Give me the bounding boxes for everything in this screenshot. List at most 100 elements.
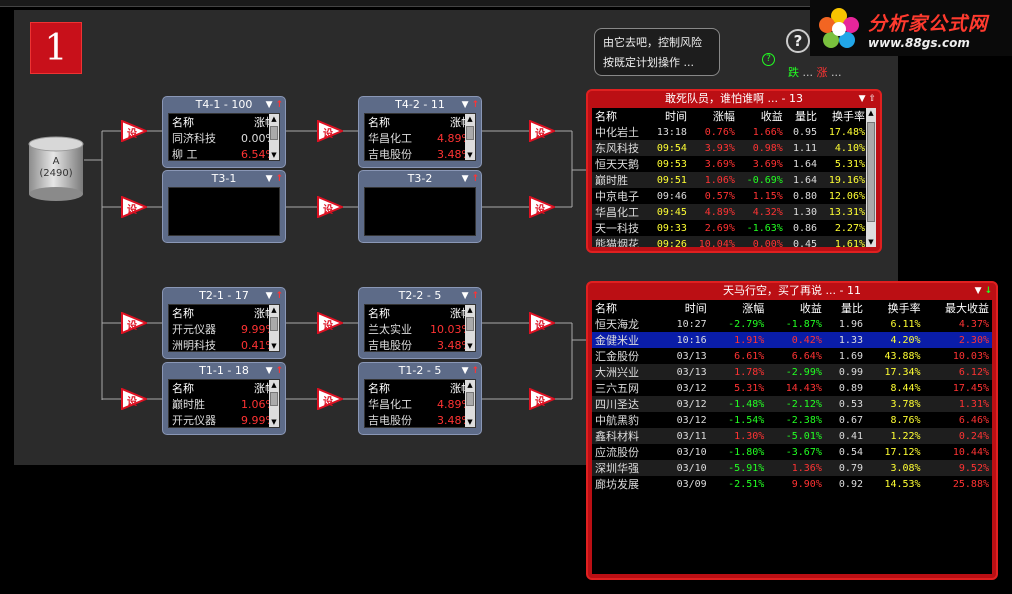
filter-node-12-label: 设 [535,397,545,408]
scroll-down-icon: ▼ [271,418,277,426]
table-row[interactable]: 鑫科材料 03/11 1.30% -5.01% 0.41 1.22% 0.24% [592,428,992,444]
arrow-up-icon[interactable]: ↑ [471,174,479,184]
scrollbar[interactable]: ▲ ▼ [465,305,475,351]
table-row[interactable]: 四川圣达 03/12 -1.48% -2.12% 0.53 3.78% 1.31% [592,396,992,412]
scroll-up-icon: ▲ [467,381,473,389]
scroll-down-icon: ▼ [467,418,473,426]
filter-node-4-label: 设 [127,397,137,408]
scroll-up-icon: ▲ [467,115,473,123]
dropdown-icon[interactable]: ▼ [462,366,469,376]
panel-t1-1[interactable]: T1-1 - 18 ▼ ↑ 名称 涨幅 巅时胜 1.06% 开元仪器 9.99% ▲ ▼ [162,362,286,435]
dropdown-icon[interactable]: ▼ [975,286,982,296]
list-item[interactable]: 吉电股份 3.48% [365,337,475,353]
table-row[interactable]: 应流股份 03/10 -1.80% -3.67% 0.54 17.12% 10.44% [592,444,992,460]
scroll-up-icon: ▲ [467,306,473,314]
scroll-down-icon: ▼ [467,342,473,350]
filter-node-6-label: 设 [323,205,333,216]
table-row[interactable]: 天一科技 09:33 2.69% -1.63% 0.86 2.27% [592,220,868,236]
dropdown-icon[interactable]: ▼ [266,291,273,301]
table-row[interactable]: 恒天海龙 10:27 -2.79% -1.87% 1.96 6.11% 4.37% [592,316,992,332]
arrow-up-icon[interactable]: ↑ [275,366,283,376]
list-item[interactable]: 吉电股份 3.48% [365,412,475,428]
dropdown-icon[interactable]: ▼ [266,174,273,184]
scroll-down-icon: ▼ [271,342,277,350]
stock-pool-label: A (2490) [28,156,84,180]
filter-node-2-label: 设 [127,205,137,216]
scrollbar[interactable]: ▲ ▼ [269,380,279,427]
filter-node-10-label: 设 [535,205,545,216]
panel-t1-2[interactable]: T1-2 - 5 ▼ ↑ 名称 涨幅 华昌化工 4.89% 吉电股份 3.48% ▲ ▼ [358,362,482,435]
table-row[interactable]: 恒天天鹅 09:53 3.69% 3.69% 1.64 5.31% [592,156,868,172]
list-item[interactable]: 巅时胜 1.06% [169,396,279,412]
table-row[interactable]: 汇金股份 03/13 6.61% 6.64% 1.69 43.88% 10.03% [592,348,992,364]
table-row[interactable]: 巅时胜 09:51 1.06% -0.69% 1.64 19.16% [592,172,868,188]
arrow-up-icon[interactable]: ↑ [275,291,283,301]
panel-t2-2[interactable]: T2-2 - 5 ▼ ↑ 名称 涨幅 兰太实业 10.03% 吉电股份 3.48% ▲… [358,287,482,359]
panel-t3-2[interactable]: T3-2 ▼ ↑ [358,170,482,243]
filter-node-1-label: 设 [127,129,137,140]
scrollbar[interactable]: ▲ ▼ [465,114,475,160]
filter-node-3-label: 设 [127,321,137,332]
dropdown-icon[interactable]: ▼ [266,366,273,376]
table-row[interactable]: 深圳华强 03/10 -5.91% 1.36% 0.79 3.08% 9.52% [592,460,992,476]
table-row[interactable]: 廊坊发展 03/09 -2.51% 9.90% 0.92 14.53% 25.88% [592,476,992,492]
list-item[interactable]: 兰太实业 10.03% [365,321,475,337]
arrow-up-icon[interactable]: ↑ [471,366,479,376]
filter-node-11-label: 设 [535,321,545,332]
dropdown-icon[interactable]: ▼ [266,100,273,110]
dropdown-icon[interactable]: ▼ [859,94,866,104]
dropdown-icon[interactable]: ▼ [462,291,469,301]
list-item[interactable]: 开元仪器 9.99% [169,321,279,337]
collapse-up-icon[interactable]: ⇧ [868,94,876,104]
bottom-result-panel[interactable]: 天马行空，买了再说 ... - 11 ▼ ↓ 名称 时间 涨幅 收益 量比 换手率 最大… [586,281,998,580]
table-row[interactable]: 华昌化工 09:45 4.89% 4.32% 1.30 13.31% [592,204,868,220]
dropdown-icon[interactable]: ▼ [462,100,469,110]
dropdown-icon[interactable]: ▼ [462,174,469,184]
panel-t3-1[interactable]: T3-1 ▼ ↑ [162,170,286,243]
list-item[interactable]: 吉电股份 3.48% [365,146,475,162]
panel-t4-1[interactable]: T4-1 - 100 ▼ ↑ 名称 涨幅 同济科技 0.00% 柳 工 6.54% ▲… [162,96,286,168]
table-row[interactable]: 中航黑豹 03/12 -1.54% -2.38% 0.67 8.76% 6.46% [592,412,992,428]
arrow-up-icon[interactable]: ↑ [275,174,283,184]
panel-t2-1[interactable]: T2-1 - 17 ▼ ↑ 名称 涨幅 开元仪器 9.99% 洲明科技 0.41% ▲… [162,287,286,359]
list-item[interactable]: 柳 工 6.54% [169,146,279,162]
list-item[interactable]: 洲明科技 0.41% [169,337,279,353]
scroll-up-icon: ▲ [868,109,874,117]
arrow-up-icon[interactable]: ↑ [471,291,479,301]
table-row[interactable]: 熊猫烟花 09:26 10.04% 0.00% 0.45 1.61% [592,236,868,247]
scroll-up-icon: ▲ [271,306,277,314]
arrow-up-icon[interactable]: ↑ [471,100,479,110]
top-result-panel[interactable]: 敢死队员，谁怕谁啊 ... - 13 ▼ ⇧ 名称 时间 涨幅 收益 量比 换手率 中化… [586,89,882,253]
scrollbar[interactable]: ▲ ▼ [465,380,475,427]
scrollbar[interactable]: ▲ ▼ [269,114,279,160]
scroll-down-icon: ▼ [271,151,277,159]
arrow-up-icon[interactable]: ↑ [275,100,283,110]
stock-pool-name: A [52,156,60,167]
scroll-down-icon: ▼ [868,238,874,246]
table-row[interactable]: 三六五网 03/12 5.31% 14.43% 0.89 8.44% 17.45% [592,380,992,396]
bottom-result-title: 天马行空，买了再说 ... - 11 [723,284,861,297]
table-row[interactable]: 金健米业 10:16 1.91% 0.42% 1.33 4.20% 2.30% [592,332,992,348]
stock-pool-count: (2490) [39,168,73,179]
bottom-result-table: 名称 时间 涨幅 收益 量比 换手率 最大收益 恒天海龙 10:27 -2.79% -1.87… [592,300,992,492]
scroll-up-icon: ▲ [271,381,277,389]
arrow-down-icon[interactable]: ↓ [984,286,992,296]
scrollbar[interactable]: ▲ ▼ [866,108,876,247]
panel-t4-2[interactable]: T4-2 - 11 ▼ ↑ 名称 涨幅 华昌化工 4.89% 吉电股份 3.48% ▲… [358,96,482,168]
table-row[interactable]: 大洲兴业 03/13 1.78% -2.99% 0.99 17.34% 6.12% [592,364,992,380]
table-row[interactable]: 中京电子 09:46 0.57% 1.15% 0.80 12.06% [592,188,868,204]
list-item[interactable]: 开元仪器 9.99% [169,412,279,428]
list-item[interactable]: 同济科技 0.00% [169,130,279,146]
list-item[interactable]: 华昌化工 4.89% [365,130,475,146]
table-row[interactable]: 东风科技 09:54 3.93% 0.98% 1.11 4.10% [592,140,868,156]
filter-node-9-label: 设 [535,129,545,140]
scroll-down-icon: ▼ [467,151,473,159]
scrollbar[interactable]: ▲ ▼ [269,305,279,351]
top-result-title: 敢死队员，谁怕谁啊 ... - 13 [665,92,803,105]
list-item[interactable]: 华昌化工 4.89% [365,396,475,412]
filter-node-8-label: 设 [323,397,333,408]
filter-node-5-label: 设 [323,129,333,140]
scroll-up-icon: ▲ [271,115,277,123]
top-result-table: 名称 时间 涨幅 收益 量比 换手率 中化岩土 13:18 0.76% 1.66% 0.95 17… [592,108,868,247]
table-row[interactable]: 中化岩土 13:18 0.76% 1.66% 0.95 17.48% [592,124,868,140]
